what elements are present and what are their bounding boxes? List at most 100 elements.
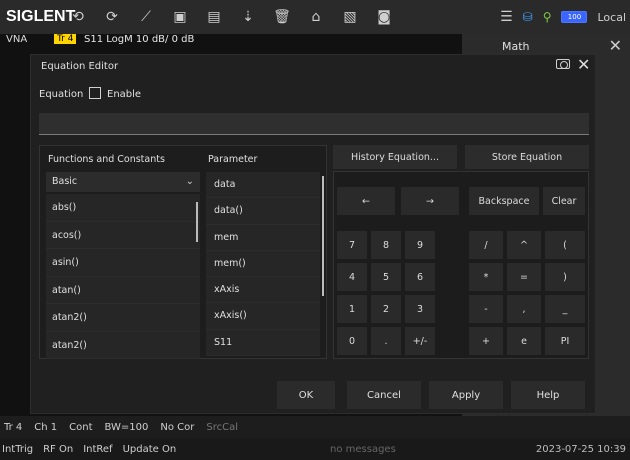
category-select[interactable]: Basic ⌄: [46, 172, 200, 192]
key-plus-minus[interactable]: +/-: [405, 327, 435, 355]
key-0[interactable]: 0: [337, 327, 367, 355]
function-scrollbar[interactable]: [196, 202, 198, 242]
trace-tag[interactable]: Tr 4: [54, 34, 77, 44]
clear-button[interactable]: Clear: [543, 187, 585, 215]
chevron-down-icon: ⌄: [185, 176, 194, 187]
enable-label: Enable: [107, 89, 142, 100]
apply-button[interactable]: Apply: [429, 381, 503, 409]
channel-status-bar: Tr 4 Ch 1 Cont BW=100 No Cor SrcCal: [0, 416, 630, 438]
close-icon[interactable]: ✕: [577, 55, 590, 74]
key-dot[interactable]: .: [371, 327, 401, 355]
store-equation-button[interactable]: Store Equation: [465, 145, 589, 169]
local-label: Local: [597, 10, 626, 24]
key-underscore[interactable]: _: [545, 295, 585, 323]
equation-label: Equation: [39, 89, 84, 100]
home-icon[interactable]: ⌂: [304, 5, 328, 29]
key-pi[interactable]: PI: [545, 327, 585, 355]
key-divide[interactable]: /: [469, 231, 503, 259]
right-arrow-button[interactable]: →: [401, 187, 459, 215]
add-trace-icon[interactable]: ⟋: [134, 5, 158, 29]
undo-icon[interactable]: ⟲: [66, 5, 90, 29]
list-item[interactable]: xAxis(): [206, 303, 320, 330]
list-item[interactable]: data: [206, 172, 320, 199]
trace-info: S11 LogM 10 dB/ 0 dB: [84, 34, 195, 45]
key-close-paren[interactable]: ): [545, 263, 585, 291]
parameter-list: data data() mem mem() xAxis xAxis() S11: [206, 172, 320, 357]
functions-header: Functions and Constants: [48, 154, 165, 165]
status-bandwidth[interactable]: BW=100: [105, 422, 149, 433]
brand-logo: SIGLENT: [6, 8, 76, 25]
usb-icon: ⚲: [542, 10, 552, 24]
datetime: 2023-07-25 10:39: [535, 443, 626, 455]
screenshot-icon[interactable]: ◙: [372, 5, 396, 29]
status-sweep[interactable]: Cont: [69, 422, 92, 433]
equation-editor-dialog: Equation Editor ✕ Equation Enable Functi…: [30, 54, 596, 414]
status-trigger[interactable]: IntTrig: [2, 444, 33, 455]
key-equals[interactable]: =: [507, 263, 541, 291]
ch-plus-icon[interactable]: ▤: [202, 5, 226, 29]
equation-input[interactable]: [39, 113, 589, 135]
key-2[interactable]: 2: [371, 295, 401, 323]
ok-button[interactable]: OK: [277, 381, 335, 409]
key-6[interactable]: 6: [405, 263, 435, 291]
list-item[interactable]: xAxis: [206, 277, 320, 304]
system-status-bar: IntTrig RF On IntRef Update On no messag…: [0, 438, 630, 460]
vna-label: VNA: [6, 34, 28, 45]
key-power[interactable]: ^: [507, 231, 541, 259]
cancel-button[interactable]: Cancel: [347, 381, 421, 409]
menu-icon[interactable]: ☰: [500, 9, 513, 25]
key-5[interactable]: 5: [371, 263, 401, 291]
list-item[interactable]: data(): [206, 198, 320, 225]
parameter-scrollbar[interactable]: [322, 176, 324, 296]
left-arrow-button[interactable]: ←: [337, 187, 395, 215]
list-item[interactable]: acos(): [46, 221, 200, 249]
key-9[interactable]: 9: [405, 231, 435, 259]
math-panel-title[interactable]: Math: [502, 40, 530, 53]
key-4[interactable]: 4: [337, 263, 367, 291]
camera-icon[interactable]: [556, 59, 570, 69]
status-ref[interactable]: IntRef: [83, 444, 112, 455]
top-toolbar: SIGLENT ⟲ ⟳ ⟋ ▣ ▤ ⇣ 🗑 ⌂ ▧ ◙ ☰ ⛁ ⚲ 100 Lo…: [0, 0, 630, 34]
marker-plus-icon[interactable]: ⇣: [236, 5, 260, 29]
list-item[interactable]: atan2(): [46, 304, 200, 332]
key-7[interactable]: 7: [337, 231, 367, 259]
battery-badge: 100: [561, 11, 588, 23]
key-e[interactable]: e: [507, 327, 541, 355]
network-icon: ⛁: [522, 10, 533, 24]
list-item[interactable]: abs(): [46, 194, 200, 222]
key-8[interactable]: 8: [371, 231, 401, 259]
list-item[interactable]: atan2(): [46, 331, 200, 359]
status-update[interactable]: Update On: [123, 444, 177, 455]
toolbar-right: ☰ ⛁ ⚲ 100 Local: [500, 0, 626, 34]
enable-checkbox[interactable]: [89, 87, 101, 99]
redo-icon[interactable]: ⟳: [100, 5, 124, 29]
close-icon[interactable]: ✕: [609, 36, 622, 55]
category-value: Basic: [52, 176, 78, 187]
list-item[interactable]: asin(): [46, 249, 200, 277]
list-item[interactable]: mem(): [206, 250, 320, 278]
key-3[interactable]: 3: [405, 295, 435, 323]
status-channel[interactable]: Ch 1: [34, 422, 57, 433]
key-open-paren[interactable]: (: [545, 231, 585, 259]
list-item[interactable]: mem: [206, 224, 320, 251]
list-item[interactable]: atan(): [46, 276, 200, 304]
dialog-title: Equation Editor: [41, 61, 119, 72]
list-item[interactable]: S11: [206, 329, 320, 357]
help-button[interactable]: Help: [511, 381, 585, 409]
message-text: no messages: [330, 443, 396, 455]
history-equation-button[interactable]: History Equation...: [333, 145, 457, 169]
key-minus[interactable]: -: [469, 295, 503, 323]
key-1[interactable]: 1: [337, 295, 367, 323]
tr-plus-icon[interactable]: ▣: [168, 5, 192, 29]
status-correction[interactable]: No Cor: [160, 422, 194, 433]
status-trace[interactable]: Tr 4: [4, 422, 22, 433]
backspace-button[interactable]: Backspace: [469, 187, 539, 215]
function-list: abs() acos() asin() atan() atan2() atan2…: [46, 194, 200, 359]
key-multiply[interactable]: *: [469, 263, 503, 291]
delete-icon[interactable]: 🗑: [270, 5, 294, 29]
save-icon[interactable]: ▧: [338, 5, 362, 29]
key-comma[interactable]: ,: [507, 295, 541, 323]
status-rf[interactable]: RF On: [43, 444, 73, 455]
key-plus[interactable]: +: [469, 327, 503, 355]
status-srccal[interactable]: SrcCal: [206, 422, 238, 433]
